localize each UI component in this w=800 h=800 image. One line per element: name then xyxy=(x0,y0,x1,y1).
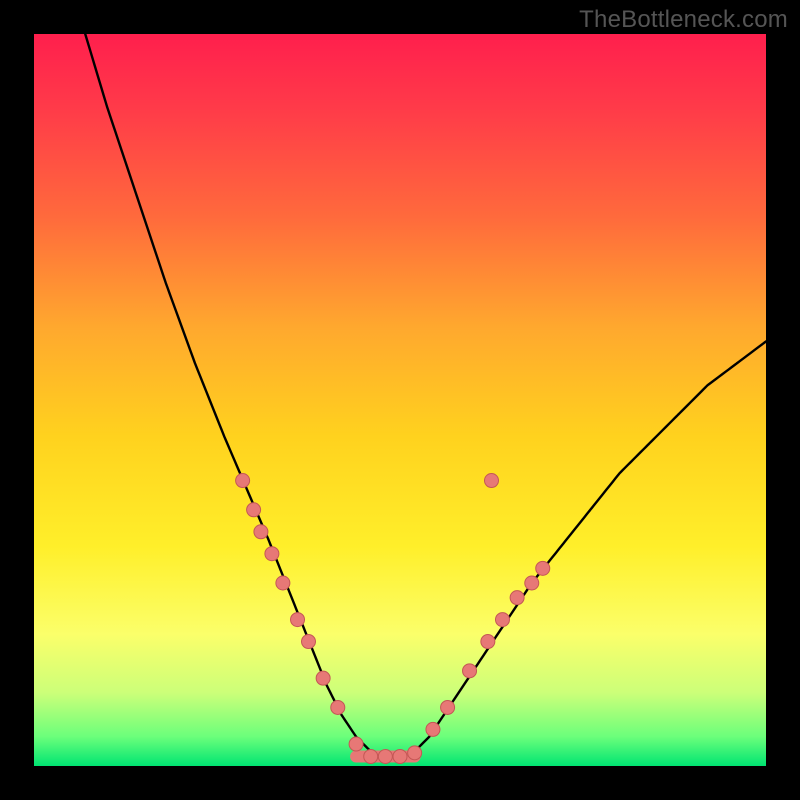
data-point xyxy=(536,561,550,575)
chart-svg xyxy=(34,34,766,766)
data-point xyxy=(441,700,455,714)
chart-frame: TheBottleneck.com xyxy=(0,0,800,800)
data-point xyxy=(485,474,499,488)
data-point xyxy=(510,591,524,605)
data-point xyxy=(525,576,539,590)
data-point xyxy=(247,503,261,517)
data-point xyxy=(331,700,345,714)
data-point xyxy=(349,737,363,751)
watermark-text: TheBottleneck.com xyxy=(579,6,788,34)
data-point xyxy=(393,749,407,763)
data-point xyxy=(302,635,316,649)
data-point xyxy=(236,474,250,488)
data-point xyxy=(426,722,440,736)
data-point xyxy=(408,746,422,760)
data-point xyxy=(265,547,279,561)
data-point xyxy=(291,613,305,627)
gradient-bg xyxy=(34,34,766,766)
data-point xyxy=(276,576,290,590)
data-point xyxy=(463,664,477,678)
data-point xyxy=(316,671,330,685)
data-point xyxy=(364,749,378,763)
data-point xyxy=(378,749,392,763)
data-point xyxy=(481,635,495,649)
data-point xyxy=(495,613,509,627)
data-point xyxy=(254,525,268,539)
plot-area xyxy=(34,34,766,766)
